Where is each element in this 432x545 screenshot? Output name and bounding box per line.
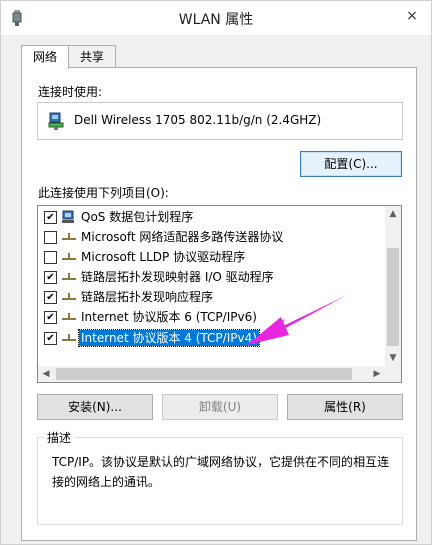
protocol-icon xyxy=(62,313,76,320)
item-label: Microsoft 网络适配器多路传送器协议 xyxy=(81,230,284,244)
protocol-icon xyxy=(62,334,76,341)
annotation-arrow-icon xyxy=(247,295,347,345)
item-checkbox[interactable]: ✔ xyxy=(44,271,57,284)
wireless-adapter-icon xyxy=(48,112,64,130)
protocol-icon xyxy=(62,253,76,260)
protocol-icon xyxy=(62,273,76,280)
close-icon[interactable]: × xyxy=(401,6,423,26)
scroll-down-icon[interactable]: ▼ xyxy=(385,350,401,366)
connect-using-label: 连接时使用: xyxy=(38,85,103,99)
properties-dialog: WLAN 属性 × 网络 共享 连接时使用: Dell Wireless 170… xyxy=(0,0,432,545)
list-item[interactable]: ✔ QoS 数据包计划程序 xyxy=(38,207,384,227)
horizontal-scrollbar[interactable]: ◀ ▶ xyxy=(38,366,401,382)
item-label: QoS 数据包计划程序 xyxy=(81,210,194,224)
description-text: TCP/IP。该协议是默认的广域网络协议，它提供在不同的相互连接的网络上的通讯。 xyxy=(52,455,390,489)
item-checkbox[interactable] xyxy=(44,231,57,244)
item-label: Microsoft LLDP 协议驱动程序 xyxy=(81,250,246,264)
tab-network[interactable]: 网络 xyxy=(21,45,69,69)
scroll-right-icon[interactable]: ▶ xyxy=(369,366,385,382)
scroll-left-icon[interactable]: ◀ xyxy=(38,366,54,382)
item-checkbox[interactable]: ✔ xyxy=(44,332,57,345)
adapter-name: Dell Wireless 1705 802.11b/g/n (2.4GHZ) xyxy=(74,113,322,127)
network-service-icon xyxy=(62,210,74,223)
configure-button[interactable]: 配置(C)... xyxy=(300,151,402,177)
description-title: 描述 xyxy=(44,429,75,446)
properties-button[interactable]: 属性(R) xyxy=(287,394,403,420)
list-item[interactable]: Microsoft 网络适配器多路传送器协议 xyxy=(38,227,384,247)
vertical-scrollbar[interactable]: ▲ ▼ xyxy=(385,206,401,366)
items-label: 此连接使用下列项目(O): xyxy=(38,186,169,200)
item-checkbox[interactable] xyxy=(44,251,57,264)
scroll-up-icon[interactable]: ▲ xyxy=(385,206,401,222)
window-title: WLAN 属性 xyxy=(178,12,254,28)
horizontal-scroll-thumb[interactable] xyxy=(56,368,352,380)
description-group: 描述 TCP/IP。该协议是默认的广域网络协议，它提供在不同的相互连接的网络上的… xyxy=(37,429,403,525)
tab-sharing[interactable]: 共享 xyxy=(68,45,116,68)
vertical-scroll-thumb[interactable] xyxy=(387,248,399,346)
protocol-icon xyxy=(62,293,76,300)
list-item[interactable]: ✔ 链路层拓扑发现映射器 I/O 驱动程序 xyxy=(38,267,384,287)
adapter-field: Dell Wireless 1705 802.11b/g/n (2.4GHZ) xyxy=(37,102,403,140)
title-bar[interactable]: WLAN 属性 × xyxy=(1,1,431,35)
item-label: 链路层拓扑发现映射器 I/O 驱动程序 xyxy=(81,270,274,284)
item-checkbox[interactable]: ✔ xyxy=(44,211,57,224)
item-label: Internet 协议版本 6 (TCP/IPv6) xyxy=(81,310,257,324)
item-label: 链路层拓扑发现响应程序 xyxy=(81,290,214,304)
install-button[interactable]: 安装(N)... xyxy=(37,394,153,420)
uninstall-button[interactable]: 卸载(U) xyxy=(162,394,278,420)
item-checkbox[interactable]: ✔ xyxy=(44,291,57,304)
item-label: Internet 协议版本 4 (TCP/IPv4) xyxy=(78,329,260,347)
protocol-icon xyxy=(62,233,76,240)
list-item[interactable]: Microsoft LLDP 协议驱动程序 xyxy=(38,247,384,267)
item-checkbox[interactable]: ✔ xyxy=(44,311,57,324)
